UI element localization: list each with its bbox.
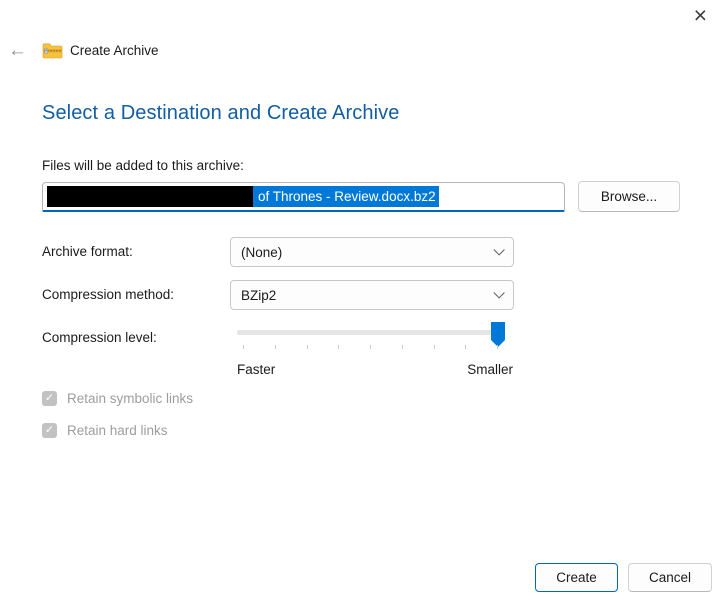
- cancel-button[interactable]: Cancel: [628, 563, 712, 592]
- faster-label: Faster: [237, 362, 275, 377]
- smaller-label: Smaller: [467, 362, 513, 377]
- compression-method-label: Compression method:: [42, 287, 174, 302]
- checkbox-checked-icon[interactable]: ✓: [42, 391, 57, 406]
- retain-hard-links-label: Retain hard links: [67, 423, 168, 438]
- dialog-title: Create Archive: [70, 43, 159, 58]
- archive-format-value: (None): [241, 245, 282, 260]
- zipped-folder-icon: [42, 42, 63, 59]
- compression-method-value: BZip2: [241, 288, 276, 303]
- redacted-text: [47, 186, 253, 207]
- chevron-down-icon: [493, 244, 504, 255]
- checkbox-checked-icon[interactable]: ✓: [42, 423, 57, 438]
- slider-tick: [370, 345, 371, 349]
- archive-format-dropdown[interactable]: (None): [230, 237, 514, 267]
- slider-tick: [307, 345, 308, 349]
- slider-track[interactable]: [237, 330, 505, 335]
- page-title: Select a Destination and Create Archive: [42, 102, 399, 125]
- archive-format-label: Archive format:: [42, 244, 133, 259]
- back-arrow-icon[interactable]: ←: [8, 41, 27, 60]
- create-button[interactable]: Create: [535, 563, 618, 592]
- slider-endpoint-labels: Faster Smaller: [237, 362, 513, 377]
- slider-tick: [275, 345, 276, 349]
- retain-hard-links-option[interactable]: ✓ Retain hard links: [42, 423, 168, 438]
- destination-label: Files will be added to this archive:: [42, 158, 244, 173]
- compression-level-label: Compression level:: [42, 330, 157, 345]
- browse-button[interactable]: Browse...: [578, 181, 680, 212]
- destination-input[interactable]: of Thrones - Review.docx.bz2: [42, 182, 565, 212]
- slider-tick: [465, 345, 466, 349]
- retain-symbolic-links-label: Retain symbolic links: [67, 391, 193, 406]
- chevron-down-icon: [493, 287, 504, 298]
- slider-tick: [402, 345, 403, 349]
- slider-tick: [338, 345, 339, 349]
- compression-level-slider[interactable]: [237, 322, 505, 352]
- slider-tick: [243, 345, 244, 349]
- slider-tick: [497, 345, 498, 349]
- slider-tick: [434, 345, 435, 349]
- dialog-header: ← Create Archive: [8, 41, 159, 60]
- archive-name-selected-text: of Thrones - Review.docx.bz2: [253, 186, 439, 207]
- close-icon[interactable]: ×: [690, 2, 711, 29]
- slider-ticks: [243, 345, 498, 349]
- compression-method-dropdown[interactable]: BZip2: [230, 280, 514, 310]
- retain-symbolic-links-option[interactable]: ✓ Retain symbolic links: [42, 391, 193, 406]
